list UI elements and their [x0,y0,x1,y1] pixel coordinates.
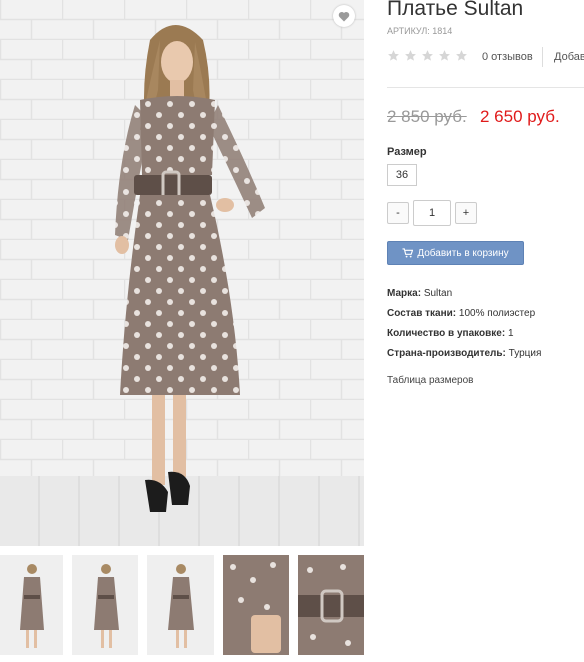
thumbnail-3[interactable] [147,555,214,655]
add-to-cart-button[interactable]: Добавить в корзину [387,241,524,265]
property-name: Марка: [387,288,422,299]
divider [542,47,543,67]
thumbnail-5[interactable] [298,555,364,655]
property-row: Страна-производитель: Турция [387,347,584,367]
add-to-cart-label: Добавить в корзину [417,247,509,259]
star-icon[interactable] [387,49,400,62]
thumbnail-4[interactable] [223,555,289,655]
rating-stars[interactable] [387,49,468,62]
star-icon[interactable] [455,49,468,62]
size-label: Размер [387,146,427,158]
property-row: Количество в упаковке: 1 [387,327,584,347]
size-table-link[interactable]: Таблица размеров [387,375,473,386]
product-info: Платье Sultan АРТИКУЛ: 1814 0 отзывов До… [387,0,584,662]
new-price: 2 650 руб. [480,107,560,126]
thumbnail-1[interactable] [0,555,63,655]
property-value: 1 [507,328,514,339]
model-figure [115,25,265,512]
thumbnail-2[interactable] [72,555,138,655]
reviews-link[interactable]: 0 отзывов [482,51,533,63]
quantity-input[interactable] [413,200,451,226]
thumbnail-strip [0,555,364,655]
product-title: Платье Sultan [387,0,524,20]
product-sku: АРТИКУЛ: 1814 [387,26,453,36]
qty-minus-button[interactable]: - [387,202,409,224]
favorite-button[interactable] [333,5,355,27]
cart-icon [402,248,414,258]
size-option[interactable]: 36 [387,164,417,186]
add-review-link[interactable]: Добав [554,51,584,63]
property-row: Марка: Sultan [387,287,584,307]
property-name: Страна-производитель: [387,348,506,359]
product-properties: Марка: Sultan Состав ткани: 100% полиэст… [387,287,584,367]
heart-icon [338,11,350,21]
property-name: Состав ткани: [387,308,457,319]
qty-plus-button[interactable]: + [455,202,477,224]
star-icon[interactable] [438,49,451,62]
star-icon[interactable] [404,49,417,62]
star-icon[interactable] [421,49,434,62]
property-value: 100% полиэстер [458,308,536,319]
divider [387,87,584,88]
property-row: Состав ткани: 100% полиэстер [387,307,584,327]
property-name: Количество в упаковке: [387,328,506,339]
main-product-photo[interactable] [0,0,364,546]
old-price: 2 850 руб. [387,107,467,126]
property-value: Турция [508,348,542,359]
property-value: Sultan [423,288,453,299]
